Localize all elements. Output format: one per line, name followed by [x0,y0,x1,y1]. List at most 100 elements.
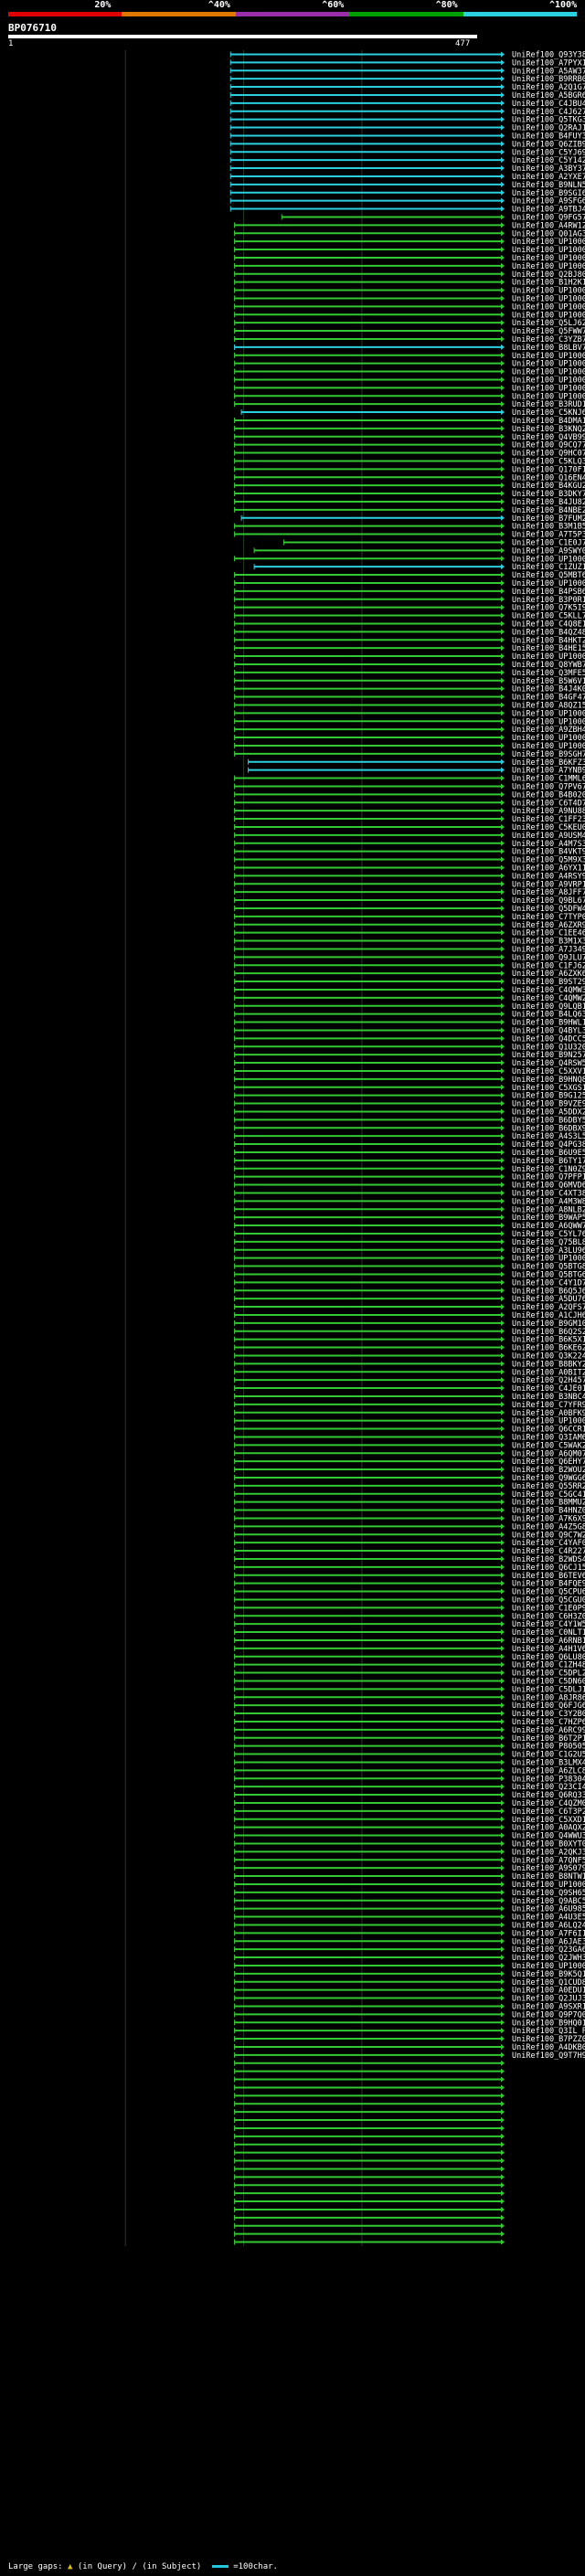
hit-end-arrow [501,1905,505,1912]
hit-label[interactable]: UniRef100_Q9T7H9 [512,2051,585,2061]
hit-end-arrow [501,133,505,139]
hit-end-arrow [501,270,505,277]
hit-end-arrow [501,1377,505,1383]
hit-end-arrow [501,1084,505,1090]
hit-end-arrow [501,1629,505,1636]
hit-end-arrow [501,506,505,513]
hit-end-arrow [501,726,505,733]
hit-end-arrow [501,800,505,806]
hit-end-arrow [501,2036,505,2042]
hit-end-arrow [501,173,505,179]
hit-end-arrow [501,1637,505,1643]
hit-end-arrow [501,1417,505,1424]
hit-end-arrow [501,2003,505,2009]
hit-end-arrow [501,2125,505,2131]
hit-end-arrow [501,59,505,66]
hit-end-arrow [501,750,505,757]
hit-end-arrow [501,2109,505,2115]
hit-end-arrow [501,2043,505,2050]
hit-end-arrow [501,68,505,74]
hit-end-arrow [501,1653,505,1659]
hit-end-arrow [501,2231,505,2237]
hit-end-arrow [501,1743,505,1749]
hit-end-arrow [501,1816,505,1822]
hit-end-arrow [501,344,505,350]
hit-end-arrow [501,1515,505,1521]
hit-end-arrow [501,1019,505,1025]
hit-end-arrow [501,2239,505,2245]
hit-end-arrow [501,303,505,310]
hit-end-arrow [501,1304,505,1310]
hit-end-arrow [501,873,505,879]
hit-end-arrow [501,742,505,748]
hit-end-arrow [501,1117,505,1123]
hit-end-arrow [501,556,505,562]
hit-end-arrow [501,335,505,342]
hit-end-arrow [501,1060,505,1066]
hit-end-arrow [501,889,505,896]
hit-end-arrow [501,1889,505,1895]
hit-end-arrow [501,962,505,969]
hit-end-arrow [501,1002,505,1009]
subject-gap-glyph: / [132,2562,137,2571]
hit-end-arrow [501,441,505,448]
hit-end-arrow [501,1369,505,1375]
hit-end-arrow [501,1230,505,1236]
hit-end-arrow [501,1311,505,1318]
hit-end-arrow [501,1190,505,1196]
hit-end-arrow [501,1035,505,1042]
hit-end-arrow [501,1507,505,1513]
hit-end-arrow [501,1523,505,1530]
hit-end-arrow [501,425,505,431]
hit-end-arrow [501,295,505,302]
hit-end-arrow [501,1011,505,1017]
hit-end-arrow [501,1133,505,1140]
hit-end-arrow [501,2222,505,2229]
hit-end-arrow [501,91,505,98]
hit-end-arrow [501,1694,505,1701]
hit-end-arrow [501,458,505,464]
hit-end-arrow [501,214,505,220]
hit-end-arrow [501,572,505,578]
hit-end-arrow [501,514,505,521]
hit-end-arrow [501,1044,505,1050]
hit-end-arrow [501,783,505,790]
hit-end-arrow [501,1296,505,1302]
hit-end-arrow [501,1686,505,1692]
hit-end-arrow [501,718,505,725]
hit-end-arrow [501,1930,505,1936]
hit-end-arrow [501,929,505,936]
hit-end-arrow [501,881,505,887]
hit-end-arrow [501,710,505,716]
hit-end-arrow [501,141,505,147]
hit-end-arrow [501,197,505,204]
hit-end-arrow [501,1555,505,1562]
hit-end-arrow [501,181,505,187]
hit-end-arrow [501,1149,505,1155]
hit-end-arrow [501,1645,505,1651]
hit-end-arrow [501,76,505,82]
hit-end-arrow [501,1596,505,1603]
hit-end-arrow [501,491,505,497]
in-subject-label: (in Subject) [142,2562,202,2571]
hit-end-arrow [501,1564,505,1570]
hit-end-arrow [501,735,505,741]
hit-end-arrow [501,1100,505,1107]
scale-swatch [211,2565,229,2568]
hit-end-arrow [501,2206,505,2212]
hit-end-arrow [501,116,505,122]
hit-end-arrow [501,1873,505,1880]
hit-end-arrow [501,1352,505,1359]
hit-end-arrow [501,2093,505,2099]
hit-end-arrow [501,1955,505,1961]
hit-end-arrow [501,1670,505,1676]
hit-end-arrow [501,897,505,904]
hit-end-arrow [501,1279,505,1286]
hit-end-arrow [501,1206,505,1213]
hit-end-arrow [501,791,505,798]
scale-label: =100char. [233,2562,278,2571]
hit-end-arrow [501,2028,505,2034]
hit-end-arrow [501,1970,505,1977]
hit-end-arrow [501,1799,505,1806]
hit-end-arrow [501,1726,505,1733]
